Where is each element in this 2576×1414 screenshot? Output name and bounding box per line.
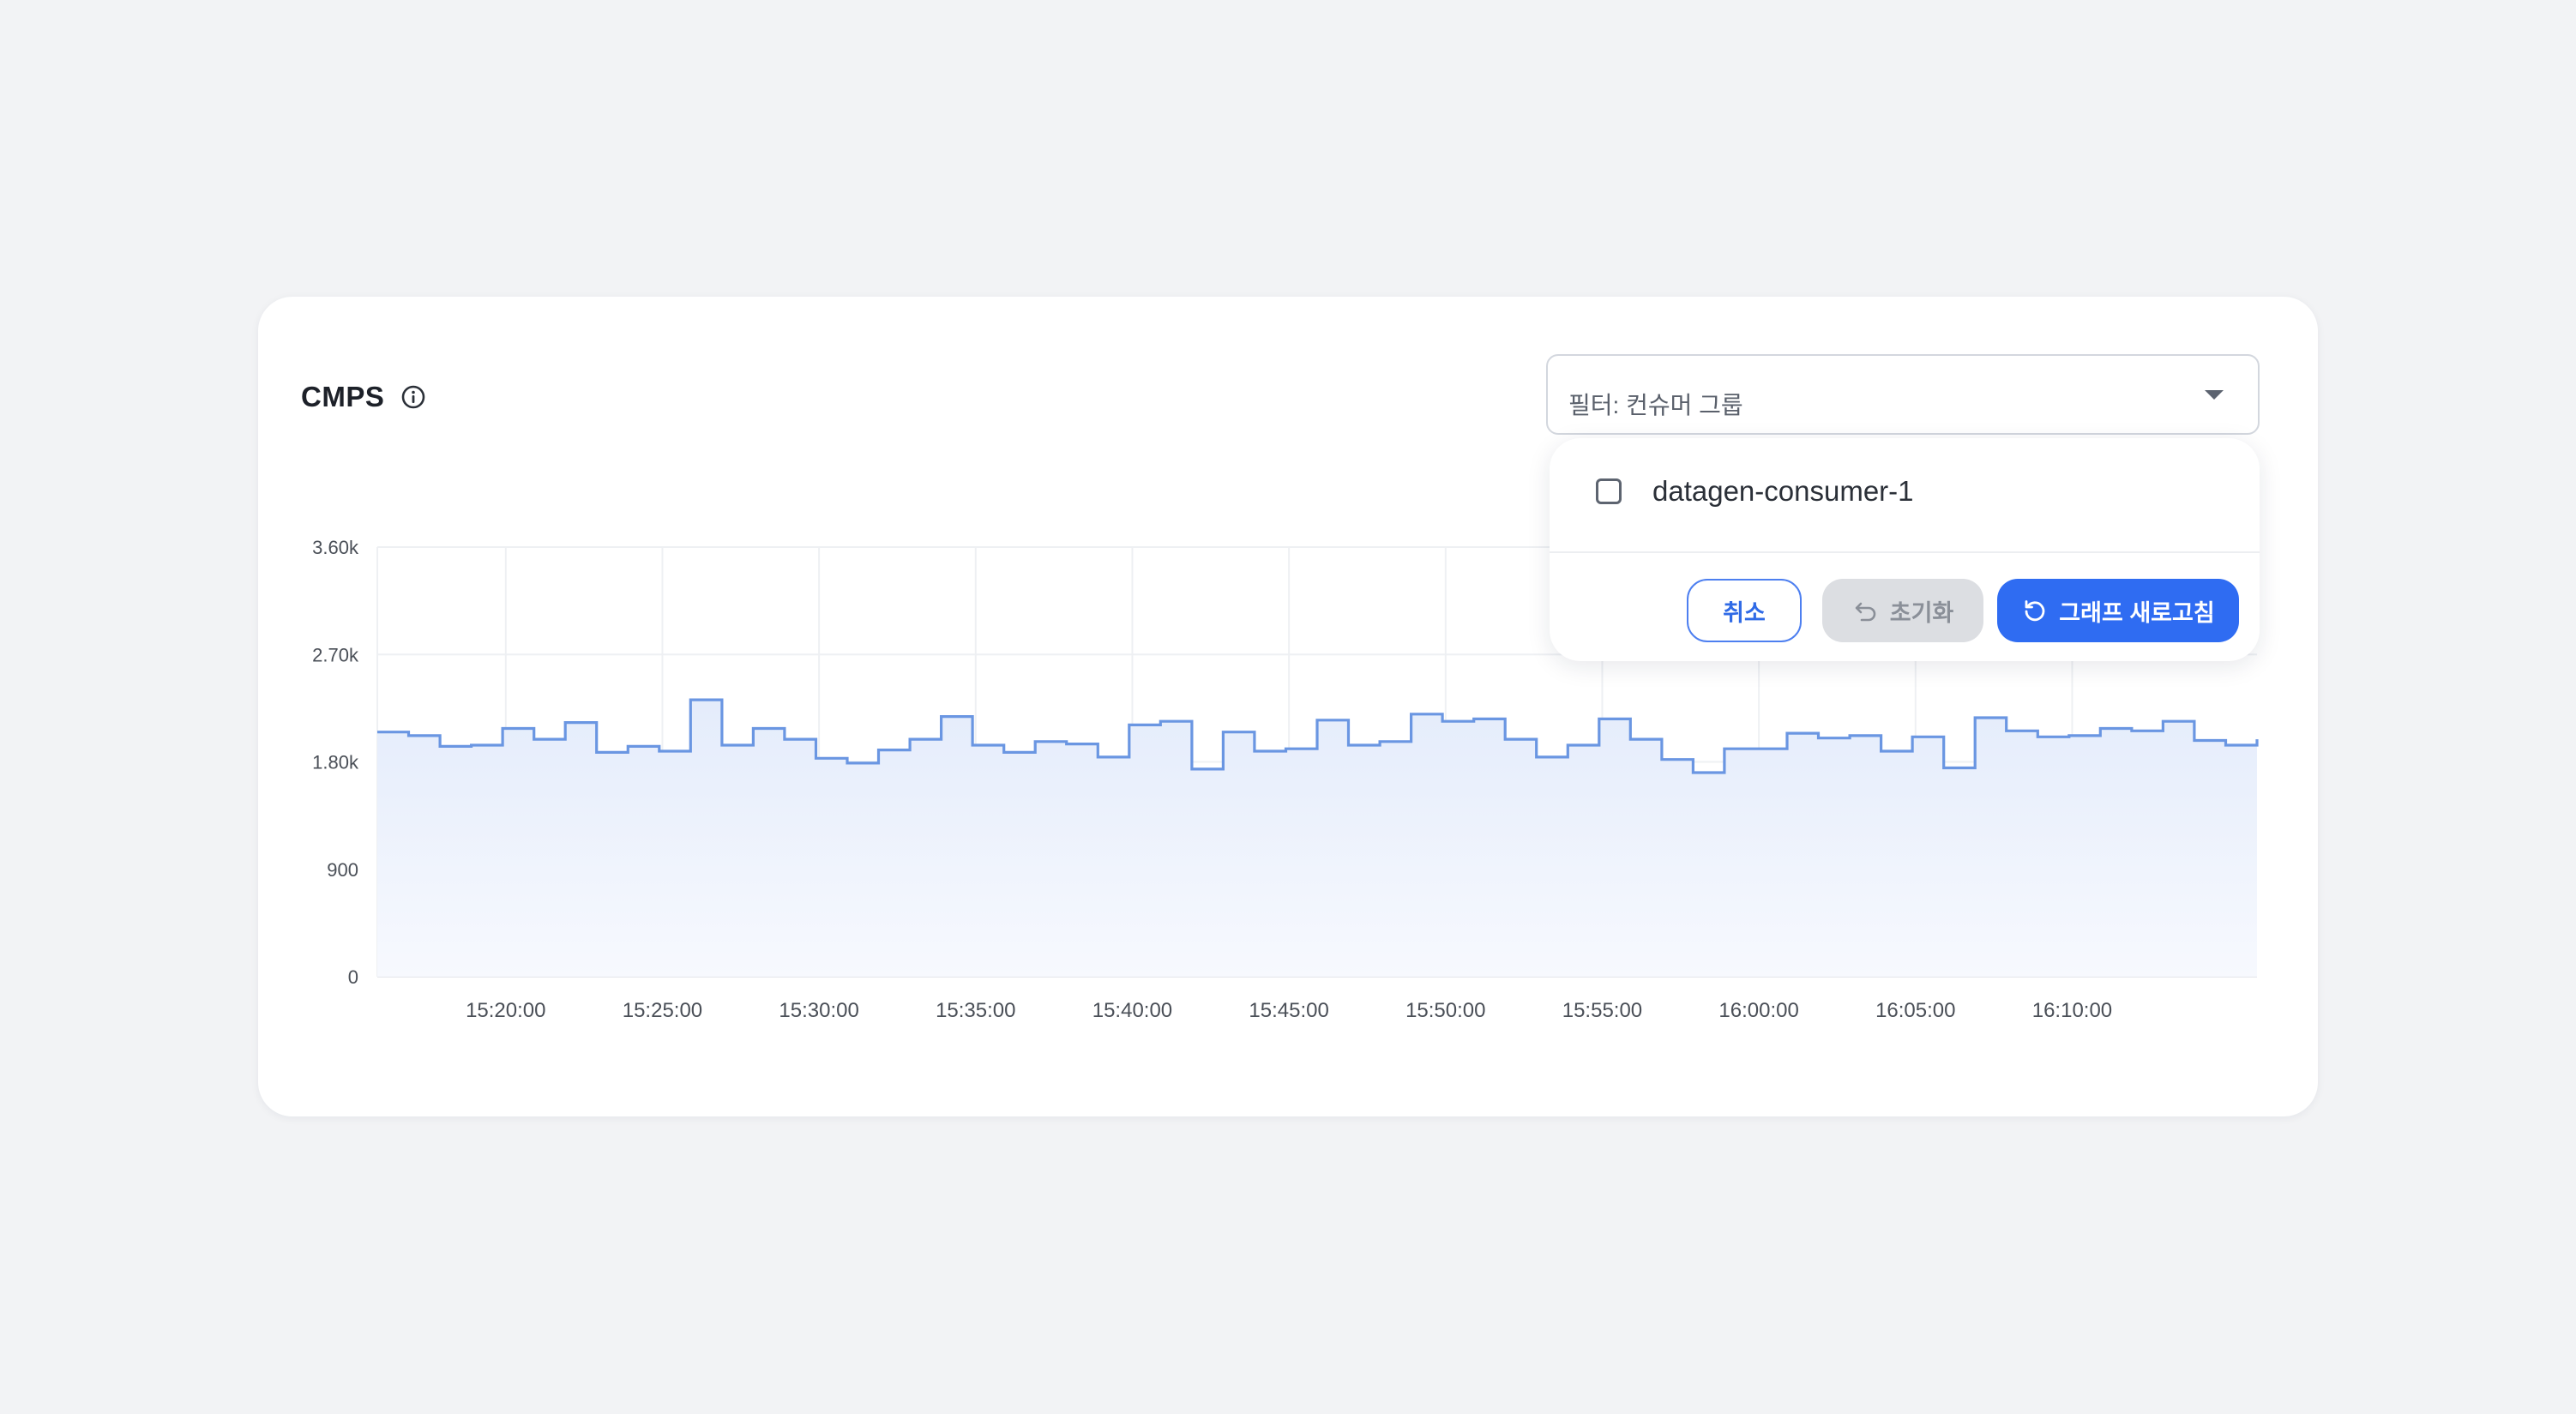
x-tick-label: 15:25:00 xyxy=(623,999,702,1022)
y-tick-label: 900 xyxy=(327,859,358,881)
option-checkbox[interactable] xyxy=(1596,478,1622,504)
cancel-button[interactable]: 취소 xyxy=(1687,579,1802,642)
option-datagen-consumer-1[interactable]: datagen-consumer-1 xyxy=(1596,457,2213,526)
x-axis: 15:20:00 15:25:00 15:30:00 15:35:00 15:40:00… xyxy=(466,999,2112,1022)
reset-button[interactable]: 초기화 xyxy=(1822,579,1983,642)
x-tick-label: 15:20:00 xyxy=(466,999,545,1022)
y-tick-label: 2.70k xyxy=(312,644,359,665)
x-tick-label: 16:00:00 xyxy=(1718,999,1798,1022)
refresh-graph-button[interactable]: 그래프 새로고침 xyxy=(1997,579,2239,642)
filter-label: 필터: 컨슈머 그룹 xyxy=(1568,392,1743,418)
x-tick-label: 15:50:00 xyxy=(1405,999,1485,1022)
x-tick-label: 15:30:00 xyxy=(779,999,858,1022)
x-tick-label: 15:35:00 xyxy=(936,999,1015,1022)
consumer-group-filter-select[interactable]: 필터: 컨슈머 그룹 xyxy=(1546,354,2260,435)
caret-down-icon xyxy=(2205,390,2224,400)
x-tick-label: 15:40:00 xyxy=(1092,999,1172,1022)
y-tick-label: 3.60k xyxy=(312,537,359,558)
y-tick-label: 0 xyxy=(348,966,358,988)
refresh-icon xyxy=(2021,597,2049,624)
reset-button-label: 초기화 xyxy=(1889,599,1954,626)
x-tick-label: 16:05:00 xyxy=(1875,999,1955,1022)
filter-dropdown-panel: datagen-consumer-1 취소 초기화 그래프 새로고침 xyxy=(1550,438,2260,661)
cancel-button-label: 취소 xyxy=(1723,599,1766,626)
refresh-button-label: 그래프 새로고침 xyxy=(2059,599,2215,626)
x-tick-label: 15:55:00 xyxy=(1562,999,1642,1022)
x-tick-label: 15:45:00 xyxy=(1249,999,1328,1022)
undo-icon xyxy=(1852,597,1880,624)
y-axis: 0 900 1.80k 2.70k 3.60k xyxy=(312,537,359,988)
y-tick-label: 1.80k xyxy=(312,752,359,773)
dropdown-divider xyxy=(1550,551,2260,553)
app-background: CMPS 0 900 1.80k 2.70k 3.60k 15:20:00 15:25:0… xyxy=(0,0,2576,1414)
cmps-card: CMPS 0 900 1.80k 2.70k 3.60k 15:20:00 15:25:0… xyxy=(258,297,2318,1116)
x-tick-label: 16:10:00 xyxy=(2032,999,2112,1022)
option-label: datagen-consumer-1 xyxy=(1652,475,1914,507)
